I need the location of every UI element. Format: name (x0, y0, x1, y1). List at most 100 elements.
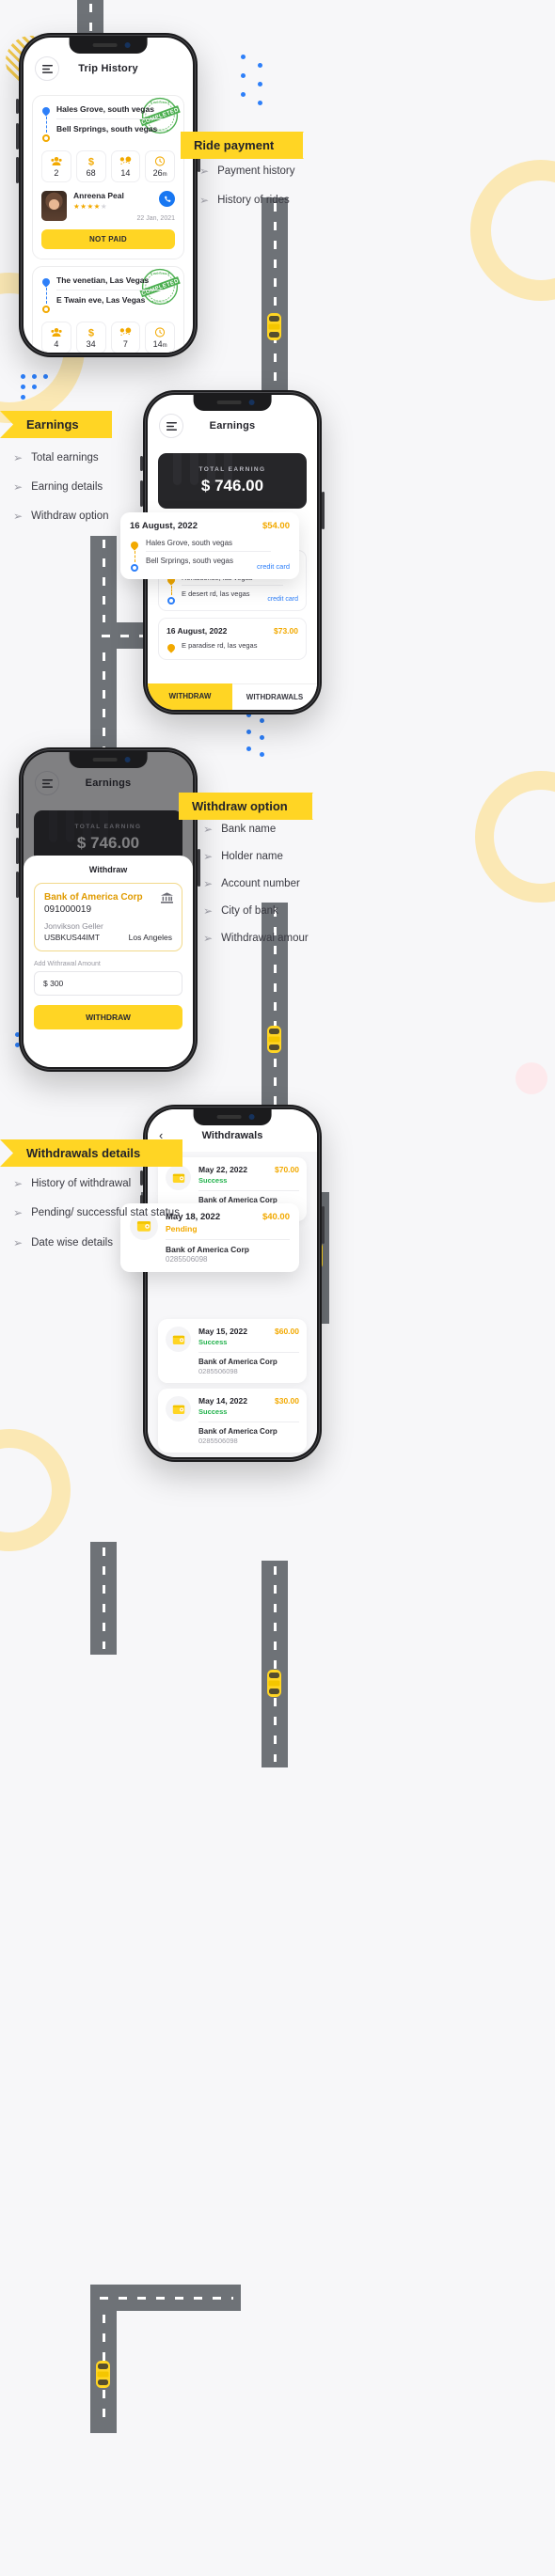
pickup-pin-icon (40, 276, 52, 288)
sheet-title: Withdraw (88, 865, 128, 874)
phone-icon[interactable] (159, 191, 175, 207)
divider (56, 290, 164, 291)
stat-duration: 14m (145, 322, 175, 353)
stat-passengers: 4 (41, 322, 71, 353)
bank-name: Bank of America Corp (44, 892, 143, 903)
poster-canvas: Trip History COMPLETED ★ CERTIFIED ★ ★ Q… (0, 0, 555, 2576)
list-item: ➢ Earning details (13, 480, 103, 494)
withdrawal-amount: $40.00 (262, 1212, 290, 1222)
arrow-icon: ➢ (199, 165, 210, 178)
arrow-icon: ➢ (13, 1206, 24, 1219)
withdrawal-amount: $30.00 (275, 1396, 299, 1406)
trip-stats: 4 $ 34 7 14m (41, 322, 175, 353)
swift-code: USBKUS44IMT (44, 933, 101, 942)
withdraw-submit-button[interactable]: WITHDRAW (34, 1005, 182, 1029)
divider (198, 1352, 299, 1353)
route-block: Hales Grove, south vegas Bell Srprings, … (40, 104, 175, 142)
trip-date: 22 Jan, 2021 (136, 215, 175, 222)
trip-card[interactable]: COMPLETED ★ CERTIFIED ★ ★ QUALITY ★ The … (32, 266, 184, 353)
withdrawal-item[interactable]: May 14, 2022 Success $30.00 Bank of Amer… (158, 1389, 307, 1453)
list-item: ➢ History of withdrawal (13, 1177, 132, 1190)
list-item: ➢ Withdrawal amour (203, 932, 309, 945)
car-icon (266, 1669, 282, 1698)
dropoff-pin-icon (42, 134, 50, 142)
arrow-icon: ➢ (13, 451, 24, 464)
stat-value: 7 (122, 339, 128, 349)
route-connector (45, 288, 47, 304)
bank-account-card[interactable]: Bank of America Corp 091000019 Jonvikson… (34, 883, 182, 951)
dot-grid-3 (246, 713, 278, 760)
status-badge: Success (198, 1407, 228, 1416)
ring-decoration-4 (0, 1429, 71, 1551)
page-title: Trip History (78, 63, 138, 74)
list-item: ➢ Pending/ successful stat status (13, 1206, 180, 1219)
route-icon (119, 327, 132, 338)
dot-grid-1 (241, 55, 278, 107)
bank-city: Los Angeles (128, 933, 172, 942)
arrow-icon: ➢ (199, 194, 210, 207)
list-item: ➢ City of bank (203, 904, 278, 918)
stat-value: 14 (120, 168, 131, 178)
bottom-action-bar: WITHDRAW WITHDRAWALS (148, 683, 317, 710)
pickup-pin-icon (166, 642, 177, 653)
stat-value: 68 (86, 168, 96, 178)
entry-amount: $73.00 (274, 626, 298, 636)
entry-pickup: E paradise rd, las vegas (182, 641, 258, 650)
earning-entry-featured[interactable]: 16 August, 2022 $54.00 Hales Grove, sout… (120, 512, 299, 579)
withdrawal-amount: $70.00 (275, 1165, 299, 1174)
withdrawal-date: May 15, 2022 (198, 1327, 247, 1336)
stat-passengers: 2 (41, 150, 71, 182)
list-item: ➢ Account number (203, 877, 300, 890)
list-item: ➢ Bank name (203, 823, 277, 836)
road-dash (274, 203, 277, 408)
arrow-icon: ➢ (13, 1236, 24, 1249)
withdraw-sheet: Withdraw Bank of America Corp 091000019 … (24, 856, 193, 1067)
stat-value: 34 (86, 339, 96, 349)
trip-card[interactable]: COMPLETED ★ CERTIFIED ★ ★ QUALITY ★ Hale… (32, 95, 184, 259)
dropoff-address: E Twain eve, Las Vegas (56, 295, 146, 305)
wallet-icon (166, 1327, 191, 1352)
phone-notch (193, 395, 272, 411)
clock-icon (154, 156, 166, 166)
screen-trip-history: Trip History COMPLETED ★ CERTIFIED ★ ★ Q… (24, 38, 193, 353)
divider (56, 118, 164, 119)
list-item: ➢ Withdraw option (13, 510, 109, 523)
arrow-icon: ➢ (13, 510, 24, 523)
road-dash (103, 1547, 105, 1649)
annotation-list-withdraw-option: ➢ Bank name ➢ Holder name ➢ Account number … (203, 823, 309, 961)
divider (198, 1190, 299, 1191)
earning-entry[interactable]: 16 August, 2022 $73.00 E paradise rd, la… (158, 618, 307, 660)
annotation-list-ride-payment: ➢ Payment history ➢ History of rides (199, 165, 295, 223)
account-number: 0285506098 (198, 1437, 238, 1445)
withdrawal-item[interactable]: May 15, 2022 Success $60.00 Bank of Amer… (158, 1319, 307, 1383)
holder-name: Jonvikson Geller (44, 921, 103, 931)
route-pins (129, 539, 140, 572)
rating-stars: ★★★★★ (73, 202, 108, 211)
withdrawals-button[interactable]: WITHDRAWALS (232, 683, 317, 710)
phone-trip-history: Trip History COMPLETED ★ CERTIFIED ★ ★ Q… (16, 33, 200, 357)
withdrawal-amount-input[interactable]: $ 300 (34, 971, 182, 996)
avatar (41, 191, 67, 221)
entry-pickup: Hales Grove, south vegas (146, 539, 233, 547)
route-pins (166, 641, 177, 653)
pickup-address: The venetian, Las Vegas (56, 275, 150, 285)
route-icon (119, 156, 132, 166)
svg-text:$: $ (88, 327, 94, 338)
road-dash (274, 1566, 277, 1762)
dollar-icon: $ (86, 156, 97, 167)
total-earning-panel: TOTAL EARNING $ 746.00 (158, 453, 307, 509)
dropoff-pin-icon (167, 597, 175, 605)
withdraw-button[interactable]: WITHDRAW (148, 683, 232, 710)
not-paid-button[interactable]: NOT PAID (41, 229, 175, 249)
entry-date: 16 August, 2022 (166, 626, 228, 636)
status-badge: Success (198, 1338, 228, 1346)
annotation-list-earnings: ➢ Total earnings ➢ Earning details ➢ Withdr… (13, 451, 109, 539)
annotation-list-withdrawals-details: ➢ History of withdrawal ➢ Pending/ success… (13, 1177, 180, 1265)
clock-icon (154, 327, 166, 338)
svg-text:$: $ (88, 156, 94, 166)
page-title: Earnings (209, 420, 256, 432)
route-connector (170, 586, 172, 595)
annotation-ribbon-ride-payment: Ride payment (181, 132, 303, 159)
phone-notch (193, 1109, 272, 1125)
dropoff-pin-icon (42, 306, 50, 313)
